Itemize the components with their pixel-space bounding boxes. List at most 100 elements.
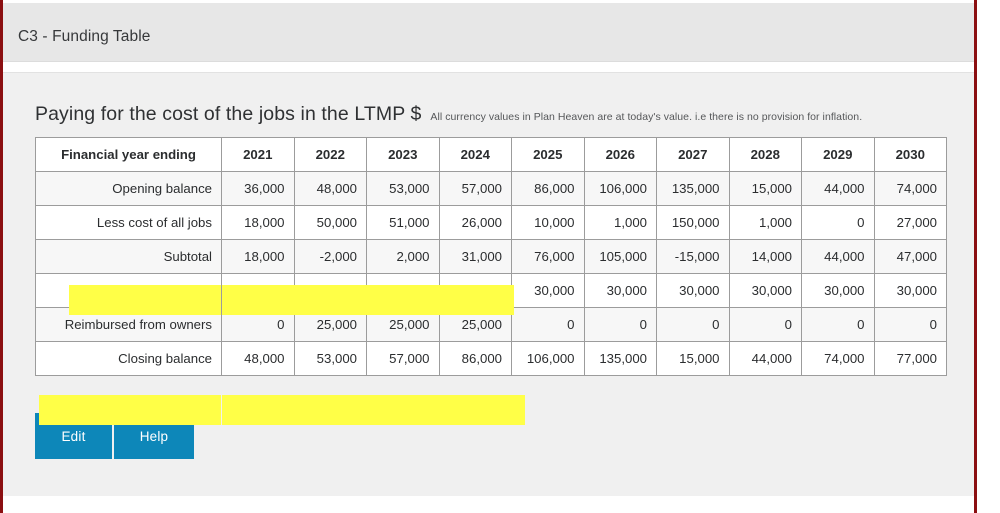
edit-button[interactable]: Edit — [35, 413, 112, 459]
table-cell: 15,000 — [656, 341, 730, 376]
table-cell: 44,000 — [801, 171, 875, 206]
row-label: Reimbursed from owners — [35, 307, 222, 342]
row-label: Closing balance — [35, 341, 222, 376]
table-cell: 10,000 — [511, 205, 585, 240]
table-cell: 0 — [873, 307, 947, 342]
table-cell: 106,000 — [511, 341, 585, 376]
table-cell: 48,000 — [221, 341, 295, 376]
column-header-year: 2028 — [728, 137, 802, 172]
table-cell: 76,000 — [511, 239, 585, 274]
table-row: Closing balance 48,000 53,000 57,000 86,… — [35, 341, 947, 376]
table-cell: 57,000 — [366, 341, 440, 376]
table-row: Opening balance 36,000 48,000 53,000 57,… — [35, 171, 947, 206]
table-cell: 30,000 — [438, 273, 512, 308]
highlight-reimbursed-cells — [222, 395, 525, 425]
table-cell: 30,000 — [221, 273, 295, 308]
column-header-year: 2027 — [656, 137, 730, 172]
window-border-right — [974, 0, 977, 513]
row-label: Subtotal — [35, 239, 222, 274]
section-heading-note: All currency values in Plan Heaven are a… — [430, 111, 863, 123]
page-root: C3 - Funding Table Paying for the cost o… — [0, 0, 1000, 513]
table-cell: 86,000 — [438, 341, 512, 376]
table-cell: 14,000 — [728, 239, 802, 274]
row-label: Funding from levies — [35, 273, 222, 308]
table-header-row: Financial year ending 2021 2022 2023 202… — [35, 137, 947, 172]
row-label: Opening balance — [35, 171, 222, 206]
table-cell: 77,000 — [873, 341, 947, 376]
table-body: Opening balance 36,000 48,000 53,000 57,… — [35, 171, 947, 376]
column-header-year: 2022 — [293, 137, 367, 172]
column-header-year: 2024 — [438, 137, 512, 172]
title-bar: C3 - Funding Table — [3, 3, 974, 62]
table-cell: 53,000 — [293, 341, 367, 376]
table-cell: 50,000 — [293, 205, 367, 240]
page-bottom-area — [3, 496, 974, 513]
table-cell: 57,000 — [438, 171, 512, 206]
table-cell: 74,000 — [873, 171, 947, 206]
table-cell: 48,000 — [293, 171, 367, 206]
table-cell: 0 — [656, 307, 730, 342]
table-cell: 150,000 — [656, 205, 730, 240]
titlebar-gap — [3, 62, 974, 72]
table-head: Financial year ending 2021 2022 2023 202… — [35, 137, 947, 172]
table-cell: 106,000 — [583, 171, 657, 206]
table-cell: 135,000 — [656, 171, 730, 206]
table-cell: 0 — [583, 307, 657, 342]
table-cell: 86,000 — [511, 171, 585, 206]
table-cell: 53,000 — [366, 171, 440, 206]
column-header-year: 2023 — [366, 137, 440, 172]
table-row: Less cost of all jobs 18,000 50,000 51,0… — [35, 205, 947, 240]
table-cell: 25,000 — [366, 307, 440, 342]
table-cell: 36,000 — [221, 171, 295, 206]
table-cell: 0 — [728, 307, 802, 342]
table-cell: 74,000 — [801, 341, 875, 376]
page-title: C3 - Funding Table — [18, 28, 151, 45]
section-heading-title: Paying for the cost of the jobs in the L… — [35, 103, 422, 125]
table-row: Reimbursed from owners 0 25,000 25,000 2… — [35, 307, 947, 342]
table-cell: 30,000 — [511, 273, 585, 308]
help-button[interactable]: Help — [114, 413, 194, 459]
table-cell: 1,000 — [583, 205, 657, 240]
column-header-year: 2026 — [583, 137, 657, 172]
content-panel: Paying for the cost of the jobs in the L… — [3, 72, 974, 496]
table-cell: 2,000 — [366, 239, 440, 274]
table-cell: -2,000 — [293, 239, 367, 274]
table-cell: 44,000 — [801, 239, 875, 274]
table-cell: 1,000 — [728, 205, 802, 240]
table-cell: 0 — [221, 307, 295, 342]
table-cell: 0 — [801, 307, 875, 342]
column-header-year: 2025 — [511, 137, 585, 172]
column-header-label: Financial year ending — [35, 137, 222, 172]
column-header-year: 2030 — [873, 137, 947, 172]
button-bar: Edit Help — [35, 413, 194, 459]
table-row: Subtotal 18,000 -2,000 2,000 31,000 76,0… — [35, 239, 947, 274]
table-cell: 135,000 — [583, 341, 657, 376]
table-cell: 18,000 — [221, 239, 295, 274]
table-row: Funding from levies 30,000 30,000 30,000… — [35, 273, 947, 308]
table-cell: -15,000 — [656, 239, 730, 274]
table-cell: 30,000 — [656, 273, 730, 308]
table-cell: 44,000 — [728, 341, 802, 376]
table-cell: 25,000 — [293, 307, 367, 342]
column-header-year: 2029 — [801, 137, 875, 172]
row-label: Less cost of all jobs — [35, 205, 222, 240]
table-cell: 30,000 — [801, 273, 875, 308]
table-cell: 30,000 — [728, 273, 802, 308]
table-cell: 105,000 — [583, 239, 657, 274]
table-cell: 27,000 — [873, 205, 947, 240]
table-cell: 51,000 — [366, 205, 440, 240]
section-heading: Paying for the cost of the jobs in the L… — [35, 103, 862, 126]
table-cell: 30,000 — [583, 273, 657, 308]
column-header-year: 2021 — [221, 137, 295, 172]
table-cell: 15,000 — [728, 171, 802, 206]
table-cell: 47,000 — [873, 239, 947, 274]
table-cell: 0 — [511, 307, 585, 342]
table-cell: 26,000 — [438, 205, 512, 240]
table-cell: 25,000 — [438, 307, 512, 342]
funding-table: Financial year ending 2021 2022 2023 202… — [35, 137, 947, 376]
table-cell: 31,000 — [438, 239, 512, 274]
table-cell: 30,000 — [293, 273, 367, 308]
table-cell: 0 — [801, 205, 875, 240]
table-cell: 30,000 — [873, 273, 947, 308]
table-cell: 18,000 — [221, 205, 295, 240]
